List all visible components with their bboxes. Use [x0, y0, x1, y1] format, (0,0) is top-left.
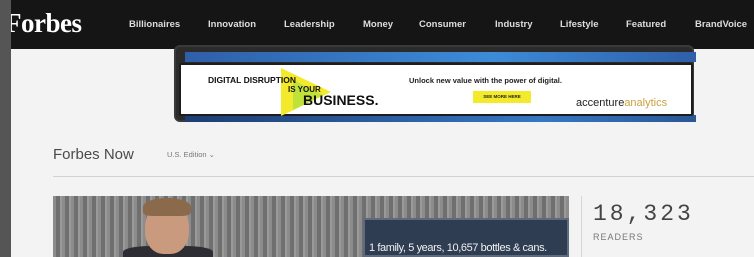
readers-label: READERS [593, 232, 644, 242]
nav-item-brandvoice[interactable]: BrandVoice [695, 19, 747, 30]
nav-item-featured[interactable]: Featured [626, 19, 666, 30]
top-navigation-bar: Forbes Billionaires Innovation Leadershi… [11, 0, 754, 49]
sign-text: 1 family, 5 years, 10,657 bottles & cans… [369, 242, 547, 254]
edition-dropdown[interactable]: U.S. Edition ⌄ [167, 150, 215, 159]
nav-item-innovation[interactable]: Innovation [208, 19, 256, 30]
nav-item-consumer[interactable]: Consumer [419, 19, 466, 30]
readers-count: 18,323 [593, 201, 694, 227]
person-hair [143, 198, 191, 216]
nav-item-billionaires[interactable]: Billionaires [129, 19, 180, 30]
nav-item-leadership[interactable]: Leadership [284, 19, 335, 30]
nav-item-industry[interactable]: Industry [495, 19, 532, 30]
ad-tagline: Unlock new value with the power of digit… [409, 76, 562, 85]
ad-headline-line1: DIGITAL DISRUPTION [208, 75, 296, 85]
ad-brand-suffix: analytics [624, 97, 668, 109]
section-title: Forbes Now [53, 146, 134, 163]
ad-bottom-strip [185, 115, 696, 122]
ad-brand-logo: accentureanalytics [576, 97, 667, 109]
ad-headline-line3: BUSINESS. [303, 92, 379, 108]
ad-cta-button[interactable]: SEE MORE HERE [473, 91, 531, 103]
ad-brand-name: accenture [576, 97, 625, 109]
nav-item-lifestyle[interactable]: Lifestyle [560, 19, 599, 30]
forbes-logo[interactable]: Forbes [11, 8, 82, 39]
section-divider [53, 176, 754, 177]
ad-top-strip [185, 52, 696, 62]
page: Forbes Billionaires Innovation Leadershi… [11, 0, 754, 257]
sidebar-divider [581, 196, 582, 257]
nav-item-money[interactable]: Money [363, 19, 393, 30]
